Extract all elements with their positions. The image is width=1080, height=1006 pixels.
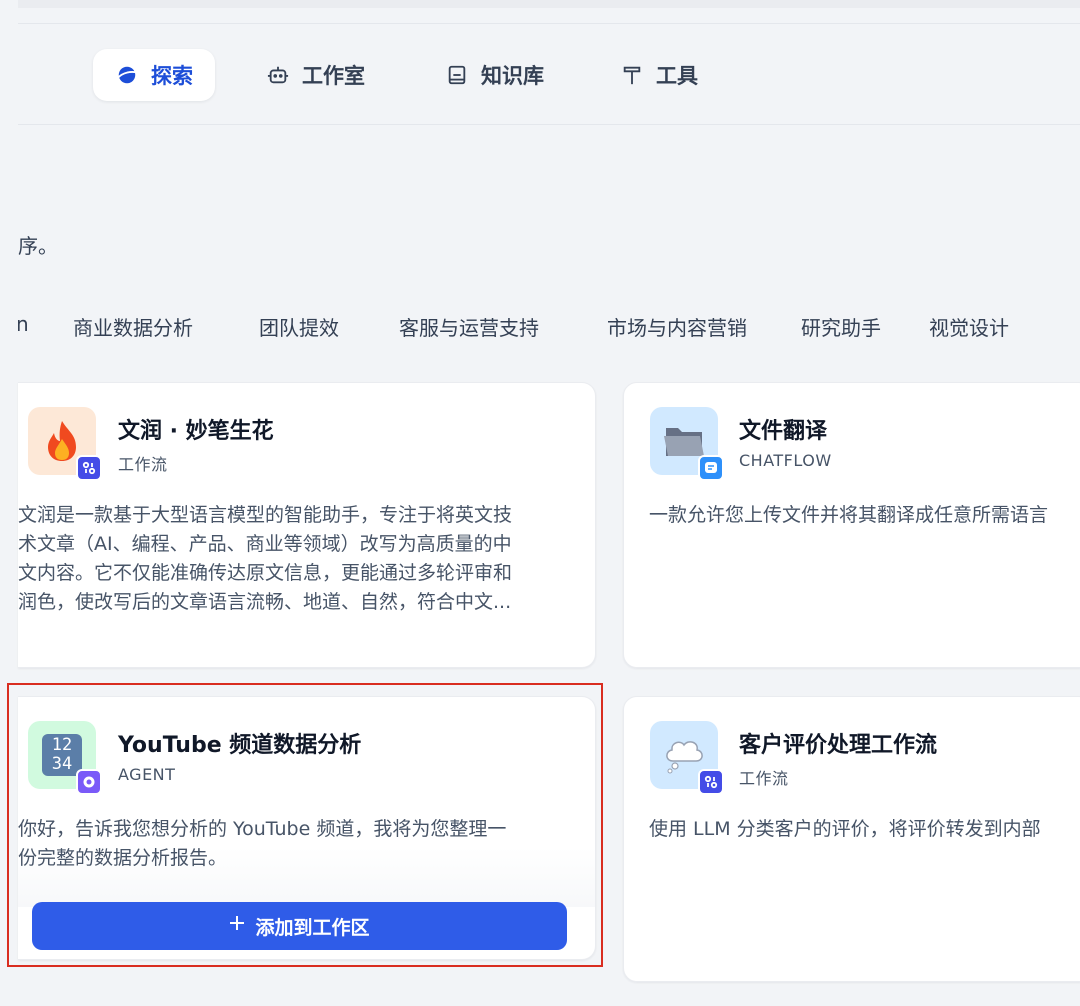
card-title: 文润 · 妙笔生花 — [118, 419, 274, 444]
category-tab[interactable]: 团队提效 — [259, 312, 339, 341]
top-navigation: 探索 工作室 知识库 工具 — [18, 25, 1080, 125]
top-strip — [18, 0, 1080, 24]
nav-tab-label: 探索 — [151, 64, 193, 88]
planet-icon — [115, 63, 139, 87]
description-line: 份完整的数据分析报告。 — [18, 847, 228, 869]
button-label: 添加到工作区 — [255, 917, 370, 939]
app-card[interactable]: 客户评价处理工作流 工作流 使用 LLM 分类客户的评价，将评价转发到内部 — [623, 696, 1080, 982]
nav-tab-label: 知识库 — [481, 64, 544, 88]
workflow-badge-icon — [698, 769, 724, 795]
plus-icon — [229, 915, 245, 937]
chatflow-badge-icon — [698, 455, 724, 481]
nav-tab-label: 工具 — [656, 64, 698, 88]
nav-tab-label: 工作室 — [302, 64, 365, 88]
app-card[interactable]: 文件翻译 CHATFLOW 一款允许您上传文件并将其翻译成任意所需语言 — [623, 382, 1080, 668]
category-tab[interactable]: 客服与运营支持 — [399, 312, 539, 341]
category-tab[interactable]: n — [18, 312, 29, 336]
workflow-badge-icon — [76, 455, 102, 481]
card-description: 文润是一款基于大型语言模型的智能助手，专注于将英文技 术文章（AI、编程、产品、… — [18, 501, 578, 617]
category-tabs: n 商业数据分析 团队提效 客服与运营支持 市场与内容营销 研究助手 视觉设计 — [18, 312, 1080, 342]
nav-tab-knowledge[interactable]: 知识库 — [445, 49, 544, 101]
card-type: CHATFLOW — [739, 451, 832, 470]
nav-tab-studio[interactable]: 工作室 — [266, 49, 365, 101]
card-description: 使用 LLM 分类客户的评价，将评价转发到内部 — [649, 815, 1080, 844]
description-line: 术文章（AI、编程、产品、商业等领域）改写为高质量的中 — [18, 533, 512, 555]
description-line: 文内容。它不仅能准确传达原文信息，更能通过多轮评审和 — [18, 562, 513, 584]
card-title: 客户评价处理工作流 — [739, 733, 938, 758]
description-line: 文润是一款基于大型语言模型的智能助手，专注于将英文技 — [18, 504, 513, 526]
card-title: YouTube 频道数据分析 — [118, 733, 362, 758]
add-to-workspace-button[interactable]: 添加到工作区 — [32, 902, 567, 950]
fire-icon — [28, 407, 102, 481]
card-type: 工作流 — [118, 455, 168, 474]
app-card[interactable]: 文润 · 妙笔生花 工作流 文润是一款基于大型语言模型的智能助手，专注于将英文技… — [18, 382, 596, 668]
page-description: 序。 — [18, 234, 58, 258]
book-icon — [445, 63, 469, 87]
numbers-icon: 12 34 — [28, 721, 102, 795]
card-type: 工作流 — [739, 769, 789, 788]
card-type: AGENT — [118, 765, 176, 784]
category-tab[interactable]: 视觉设计 — [929, 312, 1009, 341]
folder-icon — [650, 407, 724, 481]
thought-bubble-icon — [650, 721, 724, 795]
agent-badge-icon — [76, 769, 102, 795]
hammer-icon — [620, 63, 644, 87]
nav-tab-explore[interactable]: 探索 — [93, 49, 215, 101]
description-line: 一款允许您上传文件并将其翻译成任意所需语言 — [649, 504, 1049, 526]
robot-icon — [266, 63, 290, 87]
category-tab[interactable]: 商业数据分析 — [73, 312, 193, 341]
category-tab[interactable]: 研究助手 — [801, 312, 881, 341]
description-line: 你好，告诉我您想分析的 YouTube 频道，我将为您整理一 — [18, 818, 507, 840]
card-title: 文件翻译 — [739, 419, 828, 444]
app-card[interactable]: 12 34 YouTube 频道数据分析 AGENT 你好，告诉我您想分析的 Y… — [18, 696, 596, 960]
category-tab[interactable]: 市场与内容营销 — [607, 312, 747, 341]
card-description: 你好，告诉我您想分析的 YouTube 频道，我将为您整理一 份完整的数据分析报… — [18, 815, 578, 873]
icon-digits: 12 — [51, 735, 73, 755]
nav-tab-tools[interactable]: 工具 — [620, 49, 698, 101]
description-line: 使用 LLM 分类客户的评价，将评价转发到内部 — [649, 818, 1041, 840]
description-line: 润色，使改写后的文章语言流畅、地道、自然，符合中文... — [18, 591, 512, 613]
card-description: 一款允许您上传文件并将其翻译成任意所需语言 — [649, 501, 1080, 530]
